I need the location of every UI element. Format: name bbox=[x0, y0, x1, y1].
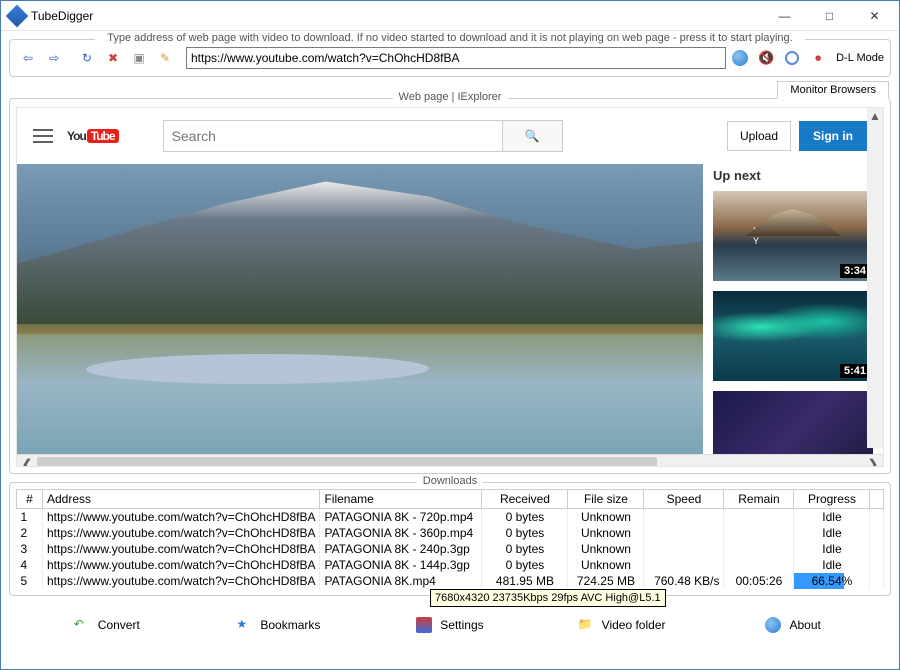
edit-button[interactable]: ✎ bbox=[153, 46, 177, 70]
col-filename[interactable]: Filename bbox=[320, 490, 482, 509]
upload-button[interactable]: Upload bbox=[727, 121, 791, 151]
vertical-scrollbar[interactable]: ▲ bbox=[867, 108, 883, 448]
record-button[interactable]: ⏺ bbox=[806, 46, 830, 70]
upnext-thumb-2[interactable]: 5:41 bbox=[713, 291, 873, 381]
monitor-tab-label: Monitor Browsers bbox=[777, 81, 889, 99]
dlmode-label[interactable]: D-L Mode bbox=[836, 52, 884, 64]
bottom-toolbar: ↶Convert ★Bookmarks Settings 📁Video fold… bbox=[1, 604, 899, 646]
bookmarks-button[interactable]: ★Bookmarks bbox=[208, 612, 348, 638]
col-speed[interactable]: Speed bbox=[644, 490, 724, 509]
settings-icon bbox=[416, 617, 432, 633]
folder-icon: 📁 bbox=[578, 617, 594, 633]
maximize-button[interactable]: □ bbox=[807, 1, 852, 31]
convert-button[interactable]: ↶Convert bbox=[37, 612, 177, 638]
thumb-label: N O R W A Y bbox=[753, 226, 833, 246]
col-spacer bbox=[870, 490, 884, 509]
webpage-group: Web page | IExplorer YouTube 🔍 Upload Si… bbox=[9, 98, 891, 474]
convert-icon: ↶ bbox=[74, 617, 90, 633]
youtube-search: 🔍 bbox=[163, 120, 563, 152]
signin-button[interactable]: Sign in bbox=[799, 121, 867, 151]
menu-icon[interactable] bbox=[33, 129, 53, 143]
stop-button[interactable]: ✖ bbox=[101, 46, 125, 70]
table-row[interactable]: 5https://www.youtube.com/watch?v=ChOhcHD… bbox=[17, 573, 884, 589]
col-remain[interactable]: Remain bbox=[724, 490, 794, 509]
webpage-legend: Web page | IExplorer bbox=[393, 91, 508, 103]
horizontal-scrollbar[interactable]: ❮ ❯ bbox=[17, 454, 883, 467]
youtube-header: YouTube 🔍 Upload Sign in bbox=[17, 108, 883, 164]
thumb-duration: 5:41 bbox=[840, 364, 870, 378]
document-button[interactable]: ▣ bbox=[127, 46, 151, 70]
upnext-thumb-3[interactable] bbox=[713, 391, 873, 454]
col-filesize[interactable]: File size bbox=[568, 490, 644, 509]
mute-button[interactable]: 🔇 bbox=[754, 46, 778, 70]
thumb-duration: 3:34 bbox=[840, 264, 870, 278]
table-row[interactable]: 4https://www.youtube.com/watch?v=ChOhcHD… bbox=[17, 557, 884, 573]
scroll-right-icon[interactable]: ❯ bbox=[863, 457, 883, 468]
video-player[interactable] bbox=[17, 164, 703, 454]
col-num[interactable]: # bbox=[17, 490, 43, 509]
about-icon bbox=[765, 617, 781, 633]
video-info-tooltip: 7680x4320 23735Kbps 29fps AVC High@L5.1 bbox=[430, 589, 666, 607]
table-row[interactable]: 2https://www.youtube.com/watch?v=ChOhcHD… bbox=[17, 525, 884, 541]
search-button[interactable]: 🔍 bbox=[503, 120, 563, 152]
titlebar: TubeDigger — □ ✕ bbox=[1, 1, 899, 31]
table-row[interactable]: 1https://www.youtube.com/watch?v=ChOhcHD… bbox=[17, 509, 884, 526]
upnext-thumb-1[interactable]: N O R W A Y 3:34 bbox=[713, 191, 873, 281]
globe-button[interactable] bbox=[728, 46, 752, 70]
star-icon: ★ bbox=[236, 617, 252, 633]
table-row[interactable]: 3https://www.youtube.com/watch?v=ChOhcHD… bbox=[17, 541, 884, 557]
col-progress[interactable]: Progress bbox=[794, 490, 870, 509]
refresh-button[interactable]: ↻ bbox=[75, 46, 99, 70]
window-title: TubeDigger bbox=[31, 9, 762, 23]
video-folder-button[interactable]: 📁Video folder bbox=[552, 612, 692, 638]
clock-icon bbox=[785, 51, 799, 65]
app-icon bbox=[6, 4, 29, 27]
url-input[interactable] bbox=[186, 47, 726, 69]
address-hint: Type address of web page with video to d… bbox=[95, 32, 805, 44]
downloads-table: # Address Filename Received File size Sp… bbox=[16, 489, 884, 589]
col-received[interactable]: Received bbox=[482, 490, 568, 509]
minimize-button[interactable]: — bbox=[762, 1, 807, 31]
downloads-legend: Downloads bbox=[417, 475, 483, 487]
forward-button[interactable]: ⇨ bbox=[42, 46, 66, 70]
settings-button[interactable]: Settings bbox=[380, 612, 520, 638]
youtube-logo[interactable]: YouTube bbox=[67, 129, 119, 143]
browser-frame: YouTube 🔍 Upload Sign in Up next bbox=[16, 107, 884, 467]
col-address[interactable]: Address bbox=[43, 490, 320, 509]
upnext-sidebar: Up next N O R W A Y 3:34 5:41 bbox=[703, 164, 883, 454]
table-header-row: # Address Filename Received File size Sp… bbox=[17, 490, 884, 509]
clock-button[interactable] bbox=[780, 46, 804, 70]
scroll-left-icon[interactable]: ❮ bbox=[17, 457, 37, 468]
search-icon: 🔍 bbox=[525, 129, 540, 143]
close-button[interactable]: ✕ bbox=[852, 1, 897, 31]
upnext-heading: Up next bbox=[713, 168, 873, 183]
back-button[interactable]: ⇦ bbox=[16, 46, 40, 70]
downloads-group: Downloads # Address Filename Received Fi… bbox=[9, 482, 891, 596]
globe-icon bbox=[732, 50, 748, 66]
address-group: Type address of web page with video to d… bbox=[9, 39, 891, 77]
about-button[interactable]: About bbox=[723, 612, 863, 638]
search-input[interactable] bbox=[163, 120, 503, 152]
